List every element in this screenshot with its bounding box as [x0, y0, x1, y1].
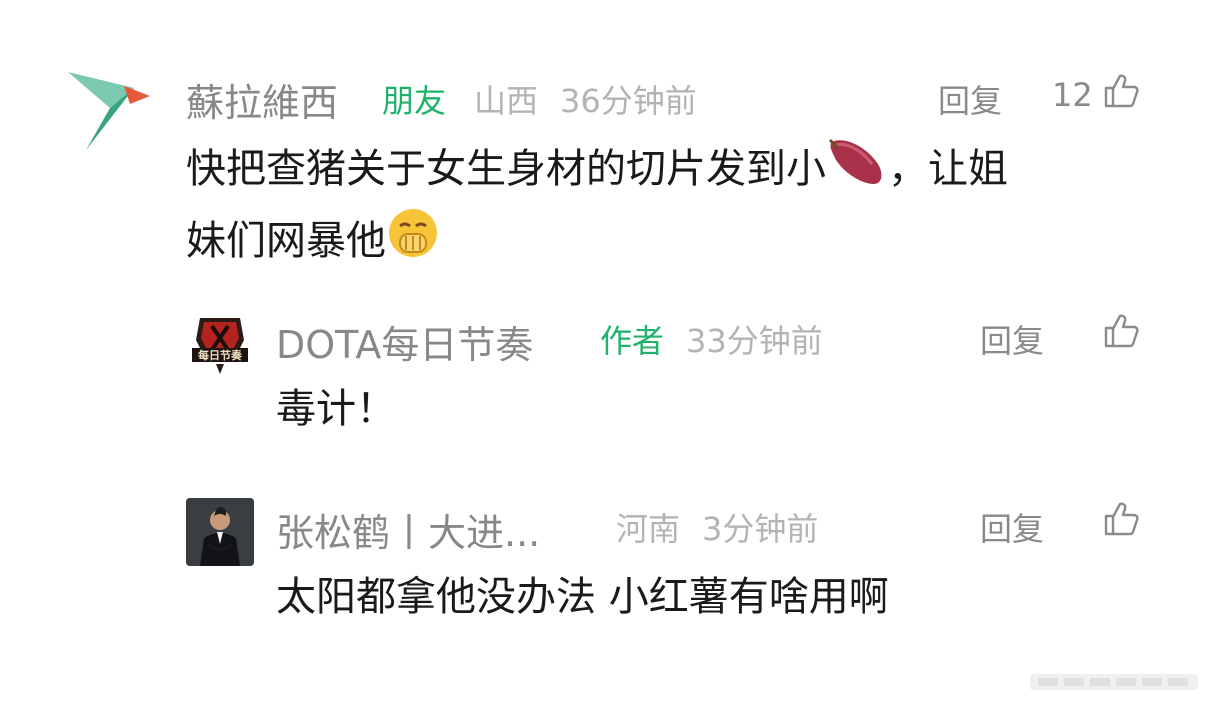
thumbs-up-icon: [1104, 502, 1139, 536]
reply-content: 毒计！: [276, 386, 396, 432]
like-count: 12: [1052, 76, 1093, 114]
comment-text-part: 快把查猪关于女生身材的切片发到小: [186, 146, 826, 192]
username[interactable]: 张松鹤丨大进...: [276, 502, 540, 557]
avatar[interactable]: [64, 64, 154, 154]
bird-logo-icon: [68, 72, 150, 150]
timestamp: 36分钟前: [560, 82, 697, 120]
like-button[interactable]: [1102, 312, 1140, 354]
watermark: [1030, 668, 1198, 696]
sweet-potato-icon: [826, 134, 888, 206]
friend-badge: 朋友: [382, 82, 447, 120]
username[interactable]: DOTA每日节奏: [276, 314, 533, 369]
username[interactable]: 蘇拉維西: [186, 72, 338, 127]
reply-content: 太阳都拿他没办法 小红薯有啥用啊: [276, 574, 889, 620]
thumbs-up-icon: [1104, 314, 1139, 348]
comment-content: 快把查猪关于女生身材的切片发到小 ，让姐 妹们网暴他: [186, 134, 1146, 278]
reply-button[interactable]: 回复: [938, 76, 1002, 122]
reply-button[interactable]: 回复: [980, 316, 1044, 362]
svg-text:每日节奏: 每日节奏: [198, 348, 243, 362]
location: 河南: [616, 510, 681, 548]
fingers-together-emoji-icon: [386, 206, 440, 278]
like-button[interactable]: [1102, 500, 1140, 542]
reply-button[interactable]: 回复: [980, 504, 1044, 550]
person-photo-icon: [186, 498, 254, 566]
timestamp: 3分钟前: [702, 510, 819, 548]
comment-text-part: 妹们网暴他: [186, 218, 386, 264]
watermark-logo-icon: [1030, 674, 1198, 690]
author-badge: 作者: [600, 322, 665, 360]
timestamp: 33分钟前: [686, 322, 823, 360]
thumbs-up-icon: [1104, 74, 1139, 108]
dota-logo-icon: 每日节奏: [192, 318, 248, 374]
like-button[interactable]: [1102, 72, 1140, 114]
location: 山西: [474, 82, 539, 120]
comment-text-part: ，让姐: [888, 146, 1008, 192]
avatar[interactable]: 每日节奏: [186, 310, 254, 378]
avatar[interactable]: [186, 498, 254, 566]
